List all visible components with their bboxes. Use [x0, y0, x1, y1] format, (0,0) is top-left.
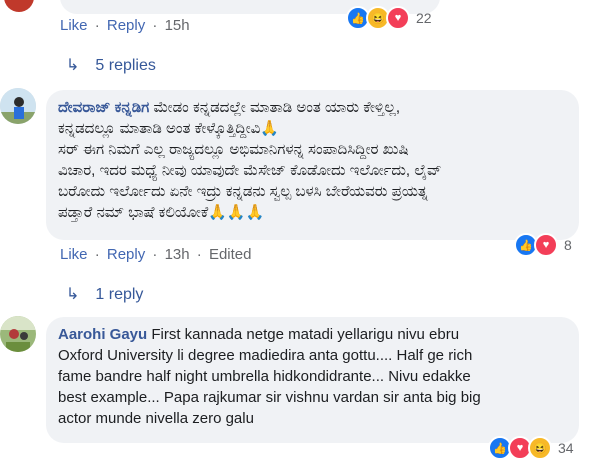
reply-link[interactable]: Reply	[107, 246, 145, 263]
reaction-count: 8	[564, 237, 572, 253]
comment-actions-top: Like · Reply · 15h	[60, 17, 190, 34]
reaction-count: 22	[416, 10, 432, 26]
reaction-count: 34	[558, 440, 574, 456]
avatar-top[interactable]	[4, 0, 34, 12]
view-replies-devaraj[interactable]: ↳ 1 reply	[66, 284, 143, 304]
reaction-summary-devaraj[interactable]: 👍 ♥ 8	[514, 233, 572, 257]
avatar-aarohi[interactable]	[0, 316, 36, 352]
comment-line: ಕನ್ನಡದಲ್ಲೂ ಮಾತಾಡಿ ಅಂತ ಕೇಳ್ಕೊತ್ತಿದ್ದೀವಿ🙏	[58, 120, 280, 137]
reply-link[interactable]: Reply	[107, 17, 145, 34]
avatar-image	[0, 88, 36, 124]
separator: ·	[94, 17, 100, 34]
timestamp[interactable]: 13h	[165, 246, 190, 263]
author-name[interactable]: ದೇವರಾಜ್ ಕನ್ನಡಿಗ	[58, 99, 149, 116]
view-replies-top[interactable]: ↳ 5 replies	[66, 55, 156, 75]
haha-icon: 😆	[528, 436, 552, 460]
replies-label: 5 replies	[95, 57, 156, 74]
separator: ·	[196, 246, 202, 263]
like-link[interactable]: Like	[60, 17, 88, 34]
love-icon: ♥	[534, 233, 558, 257]
comment-text-devaraj: ದೇವರಾಜ್ ಕನ್ನಡಿಗ ಮೇಡಂ ಕನ್ನಡದಲ್ಲೇ ಮಾತಾಡಿ ಅ…	[58, 97, 578, 223]
author-name[interactable]: Aarohi Gayu	[58, 326, 147, 343]
avatar-image	[0, 316, 36, 352]
avatar-devaraj[interactable]	[0, 88, 36, 124]
timestamp[interactable]: 15h	[165, 17, 190, 34]
love-icon: ♥	[386, 6, 410, 30]
comment-line: Oxford University li degree madiedira an…	[58, 347, 473, 364]
comment-line: ಪಡ್ತಾರೆ ನಮ್ ಭಾಷೆ ಕಲಿಯೋಕೆ🙏🙏🙏	[58, 204, 265, 221]
edited-label[interactable]: Edited	[209, 246, 252, 263]
comment-line: ಸರ್ ಈಗ ನಿಮಗೆ ಎಲ್ಲ ರಾಜ್ಯದಲ್ಲೂ ಅಭಿಮಾನಿಗಳನ್…	[58, 141, 409, 158]
comment-line: best example... Papa rajkumar sir vishnu…	[58, 389, 481, 406]
comment-actions-devaraj: Like · Reply · 13h · Edited	[60, 246, 252, 263]
reply-arrow-icon: ↳	[66, 286, 80, 303]
reaction-summary-top[interactable]: 👍 😆 ♥ 22	[346, 6, 432, 30]
comment-line: ಮೇಡಂ ಕನ್ನಡದಲ್ಲೇ ಮಾತಾಡಿ ಅಂತ ಯಾರು ಕೇಳ್ತಿಲ್…	[153, 99, 401, 116]
comment-line: actor munde nivella zero galu	[58, 410, 254, 427]
separator: ·	[94, 246, 100, 263]
comment-line: ಬರೋದು ಇರ್ಲೋದು ಏನೇ ಇದ್ರು ಕನ್ನಡನು ಸ್ವಲ್ಪ ಬ…	[58, 183, 428, 200]
comment-line: First kannada netge matadi yellarigu niv…	[151, 326, 460, 343]
separator: ·	[152, 246, 158, 263]
reaction-summary-aarohi[interactable]: 👍 ♥ 😆 34	[488, 436, 574, 460]
like-link[interactable]: Like	[60, 246, 88, 263]
comment-line: ವಿಚಾರ, ಇದರ ಮಧ್ಯೆ ನೀವು ಯಾವುದೇ ಮೆಸೇಜ್ ಕೊಡೋ…	[58, 162, 442, 179]
replies-label: 1 reply	[95, 286, 144, 303]
comment-text-aarohi: Aarohi Gayu First kannada netge matadi y…	[58, 324, 578, 429]
reply-arrow-icon: ↳	[66, 57, 80, 74]
separator: ·	[152, 17, 158, 34]
comment-line: fame bandre half night umbrella hidkondi…	[58, 368, 471, 385]
